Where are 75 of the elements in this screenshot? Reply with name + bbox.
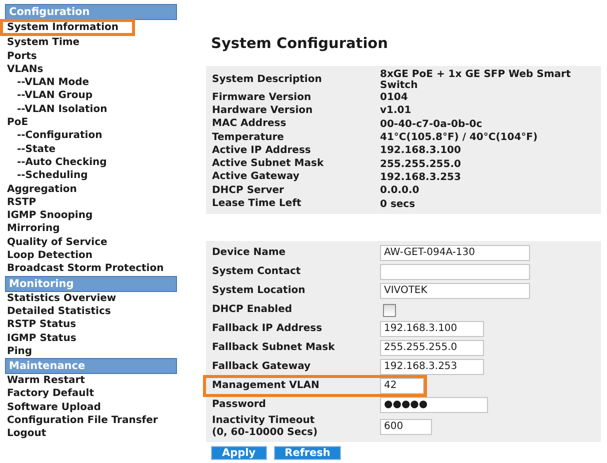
input-field[interactable]: 192.168.3.253 xyxy=(380,359,484,376)
action-button[interactable]: Refresh xyxy=(274,446,342,460)
field-label: Firmware Version xyxy=(211,92,312,104)
field-value: 0.0.0.0 xyxy=(380,185,420,196)
field-label: Device Name xyxy=(211,247,287,260)
section-header: Monitoring xyxy=(5,276,177,292)
field-label: Active IP Address xyxy=(211,144,312,157)
menu-item[interactable]: Loop Detection xyxy=(5,249,177,262)
menu-item[interactable]: --State xyxy=(5,142,177,156)
field-label: Temperature xyxy=(211,132,285,144)
input-field[interactable]: AW-GET-094A-130 xyxy=(380,245,530,262)
field-label: System Description xyxy=(211,74,323,86)
menu-item[interactable]: Quality of Service xyxy=(5,236,177,250)
menu-item[interactable]: System Time xyxy=(5,36,177,50)
menu-item[interactable]: --VLAN Isolation xyxy=(5,102,177,116)
field-value: 255.255.255.0 xyxy=(380,158,462,170)
field-label: Management VLAN xyxy=(211,380,320,392)
field-value: 192.168.3.253 xyxy=(380,172,462,183)
input-field[interactable]: 600 xyxy=(380,418,432,435)
checkbox[interactable] xyxy=(383,304,396,317)
menu-item[interactable]: RSTP Status xyxy=(5,318,177,332)
menu-item[interactable]: IGMP Snooping xyxy=(5,209,177,222)
menu-item[interactable]: --Configuration xyxy=(5,129,177,143)
menu-item[interactable]: RSTP xyxy=(5,196,177,210)
menu-item[interactable]: --Scheduling xyxy=(5,169,177,183)
input-field[interactable]: 192.168.3.100 xyxy=(380,321,484,338)
field-label: Lease Time Left xyxy=(211,198,302,210)
page-title: System Configuration xyxy=(211,36,389,54)
field-label: Active Gateway xyxy=(211,171,300,184)
menu-item[interactable]: Software Upload xyxy=(5,400,177,414)
menu-item[interactable]: Ports xyxy=(5,50,177,63)
field-value: 41°C(105.8°F) / 40°C(104°F) xyxy=(380,132,539,144)
menu-item[interactable]: Mirroring xyxy=(5,222,177,236)
menu-item[interactable]: IGMP Status xyxy=(5,332,177,345)
field-label: MAC Address xyxy=(211,118,288,130)
menu-item[interactable]: Ping xyxy=(5,344,177,358)
password-field[interactable]: ●●●●● xyxy=(380,397,488,414)
section-header: Maintenance xyxy=(5,358,177,374)
field-label: Password xyxy=(211,399,267,412)
field-value: 8xGE PoE + 1x GE SFP Web Smart Switch xyxy=(380,69,572,91)
field-label: Fallback IP Address xyxy=(211,323,324,336)
field-label: Fallback Gateway xyxy=(211,361,312,374)
field-label: Fallback Subnet Mask xyxy=(211,342,336,354)
menu-item[interactable]: Statistics Overview xyxy=(5,292,177,305)
menu-item[interactable]: Logout xyxy=(5,427,177,441)
field-label: Inactivity Timeout (0, 60-10000 Secs) xyxy=(211,414,319,439)
menu-item[interactable]: Broadcast Storm Protection xyxy=(5,262,177,276)
input-field[interactable]: 255.255.255.0 xyxy=(380,340,484,356)
menu-item[interactable]: Configuration File Transfer xyxy=(5,414,177,428)
menu-item[interactable]: --VLAN Mode xyxy=(5,76,177,90)
field-label: DHCP Enabled xyxy=(211,304,294,316)
field-label: DHCP Server xyxy=(211,184,285,197)
menu-item[interactable]: Aggregation xyxy=(5,182,177,196)
field-value: 0104 xyxy=(380,92,409,104)
menu-item[interactable]: PoE xyxy=(5,116,177,130)
field-label: Hardware Version xyxy=(211,104,314,117)
menu-item[interactable]: --Auto Checking xyxy=(5,156,177,170)
input-field[interactable]: VIVOTEK xyxy=(380,283,530,300)
field-value: v1.01 xyxy=(380,105,412,116)
input-field[interactable]: 42 xyxy=(380,378,424,394)
section-header: Configuration xyxy=(5,4,177,20)
action-button[interactable]: Apply xyxy=(211,446,267,460)
menu-item[interactable]: Warm Restart xyxy=(5,374,177,388)
field-value: 192.168.3.100 xyxy=(380,145,462,156)
menu-item[interactable]: Factory Default xyxy=(5,387,177,401)
field-value: 0 secs xyxy=(380,198,416,210)
input-field[interactable] xyxy=(380,264,530,280)
field-label: Active Subnet Mask xyxy=(211,158,325,170)
field-label: System Contact xyxy=(211,266,302,278)
menu-item[interactable]: VLANs xyxy=(5,62,177,76)
menu-item[interactable]: --VLAN Group xyxy=(5,89,177,103)
field-label: System Location xyxy=(211,285,306,298)
menu-item[interactable]: Detailed Statistics xyxy=(5,304,177,318)
menu-item[interactable]: System Information xyxy=(2,21,132,34)
field-value: 00-40-c7-0a-0b-0c xyxy=(380,118,484,130)
